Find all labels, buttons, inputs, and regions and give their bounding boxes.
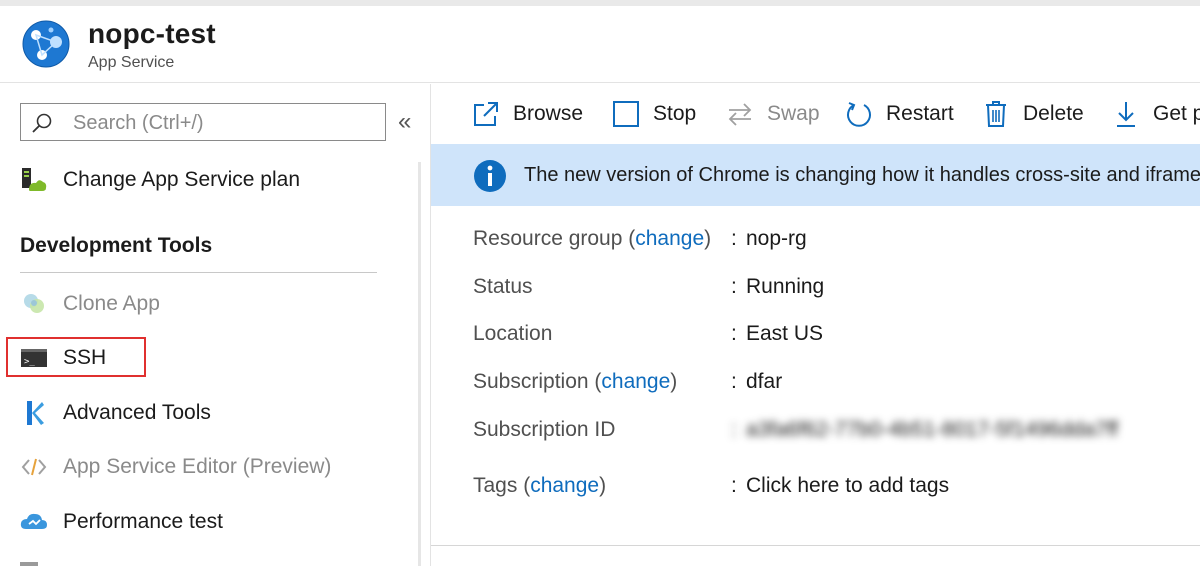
stop-label: Stop bbox=[653, 102, 697, 125]
tags-label: Tags bbox=[473, 474, 518, 497]
notification-banner[interactable]: The new version of Chrome is changing ho… bbox=[431, 144, 1200, 206]
page-title: nopc-test bbox=[88, 18, 216, 49]
collapse-menu-button[interactable]: « bbox=[398, 110, 411, 134]
command-bar: Browse Stop Swap Restart Delete Get p bbox=[431, 84, 1200, 144]
tags-row: Tags (change) : Click here to add tags bbox=[473, 474, 950, 498]
essentials-panel: Resource group (change) : nop-rg Status … bbox=[431, 206, 1200, 546]
get-publish-label: Get p bbox=[1153, 102, 1200, 125]
blade-header: nopc-test App Service bbox=[0, 6, 1200, 83]
colon: : bbox=[731, 370, 737, 393]
kudu-icon bbox=[20, 399, 48, 427]
colon: : bbox=[731, 322, 737, 345]
console-icon: >_ bbox=[20, 344, 48, 372]
subscription-row: Subscription (change) : dfar bbox=[473, 370, 783, 394]
external-link-icon bbox=[471, 99, 501, 129]
resource-group-value-link[interactable]: nop-rg bbox=[746, 227, 807, 251]
resource-group-change-link[interactable]: change bbox=[635, 227, 704, 250]
sidebar-item-label: Advanced Tools bbox=[63, 401, 211, 424]
location-row: Location : East US bbox=[473, 322, 1200, 352]
sidebar-item-label: Change App Service plan bbox=[63, 168, 300, 191]
app-service-plan-icon bbox=[20, 166, 48, 194]
tags-change-link[interactable]: change bbox=[530, 474, 599, 497]
subscription-value-link[interactable]: dfar bbox=[746, 370, 782, 394]
download-icon bbox=[1111, 99, 1141, 129]
search-icon bbox=[32, 113, 52, 133]
app-service-icon bbox=[22, 20, 70, 68]
location-value: East US bbox=[746, 322, 824, 345]
subscription-id-label: Subscription ID bbox=[473, 418, 616, 441]
colon: : bbox=[731, 474, 737, 497]
clone-app-icon bbox=[20, 290, 48, 318]
colon: : bbox=[731, 275, 737, 298]
sidebar-item-app-service-editor[interactable]: App Service Editor (Preview) bbox=[20, 451, 331, 483]
colon: : bbox=[731, 227, 737, 250]
browse-button[interactable]: Browse bbox=[471, 96, 583, 132]
browse-label: Browse bbox=[513, 102, 584, 125]
sidebar-item-label: App Service Editor (Preview) bbox=[63, 455, 332, 478]
stop-icon bbox=[611, 99, 641, 129]
resource-group-label: Resource group bbox=[473, 227, 623, 250]
status-label: Status bbox=[473, 275, 533, 298]
banner-message: The new version of Chrome is changing ho… bbox=[524, 164, 1200, 186]
page-subtitle: App Service bbox=[88, 54, 175, 71]
partial-menu-icon bbox=[20, 562, 38, 566]
sidebar-item-label: Clone App bbox=[63, 292, 160, 315]
subscription-label: Subscription bbox=[473, 370, 589, 393]
colon: : bbox=[731, 418, 737, 441]
restart-icon bbox=[844, 99, 874, 129]
swap-label: Swap bbox=[767, 102, 820, 125]
sidebar-scrollbar[interactable] bbox=[418, 162, 421, 566]
restart-button[interactable]: Restart bbox=[844, 96, 954, 132]
sidebar-item-change-app-service-plan[interactable]: Change App Service plan bbox=[20, 164, 300, 196]
sidebar-item-performance-test[interactable]: Performance test bbox=[20, 506, 223, 538]
sidebar-item-label: Performance test bbox=[63, 510, 223, 533]
section-divider bbox=[20, 272, 377, 273]
search-box[interactable] bbox=[20, 103, 386, 142]
sidebar-item-clone-app[interactable]: Clone App bbox=[20, 288, 160, 320]
search-input[interactable] bbox=[71, 104, 375, 142]
sidebar-item-label: SSH bbox=[63, 346, 107, 369]
stop-button[interactable]: Stop bbox=[611, 96, 696, 132]
swap-button[interactable]: Swap bbox=[725, 96, 820, 132]
section-title-development-tools: Development Tools bbox=[20, 234, 213, 257]
subscription-id-row: Subscription ID : a3fa6f62-77b0-4b51-801… bbox=[473, 418, 1200, 448]
resource-group-row: Resource group (change) : nop-rg bbox=[473, 227, 807, 251]
code-icon bbox=[20, 453, 48, 481]
svg-text:>_: >_ bbox=[24, 357, 35, 367]
sidebar-item-advanced-tools[interactable]: Advanced Tools bbox=[20, 397, 211, 429]
swap-icon bbox=[725, 99, 755, 129]
info-icon bbox=[474, 160, 506, 192]
get-publish-profile-button[interactable]: Get p bbox=[1111, 96, 1200, 132]
trash-icon bbox=[981, 99, 1011, 129]
cloud-icon bbox=[20, 508, 48, 536]
subscription-id-value: a3fa6f62-77b0-4b51-8017-5f1496dda7ff bbox=[746, 418, 1119, 441]
sidebar-item-ssh[interactable]: >_ SSH bbox=[20, 342, 106, 374]
location-label: Location bbox=[473, 322, 553, 345]
status-row: Status : Running bbox=[473, 275, 1200, 305]
delete-label: Delete bbox=[1023, 102, 1084, 125]
status-value: Running bbox=[746, 275, 825, 298]
resource-menu: « Change App Service plan Development To… bbox=[0, 84, 431, 566]
essentials-divider bbox=[431, 545, 1200, 546]
delete-button[interactable]: Delete bbox=[981, 96, 1084, 132]
restart-label: Restart bbox=[886, 102, 954, 125]
subscription-change-link[interactable]: change bbox=[601, 370, 670, 393]
add-tags-link[interactable]: Click here to add tags bbox=[746, 474, 949, 498]
